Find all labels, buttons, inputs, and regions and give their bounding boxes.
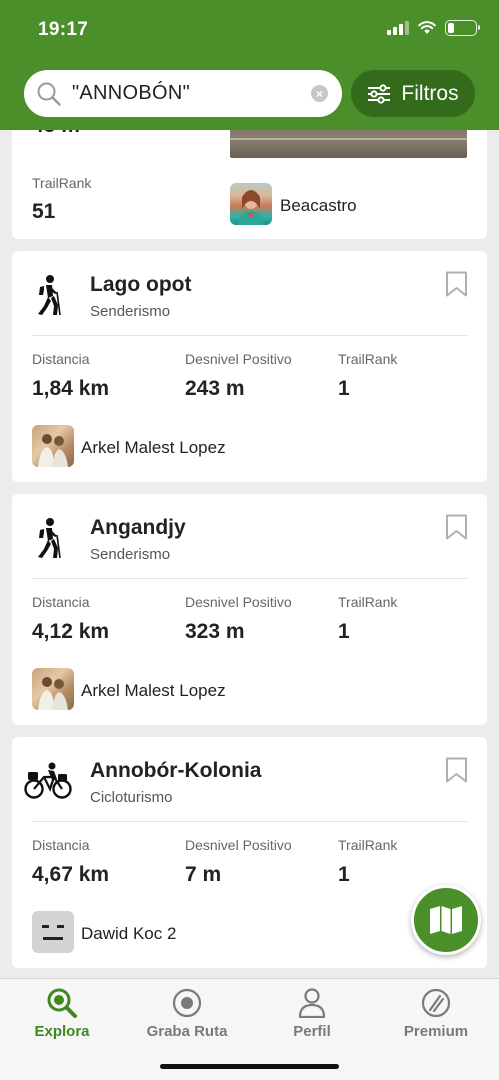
- app-header: 19:17 "ANNOBÓN" × Filtros: [0, 0, 499, 130]
- route-photo[interactable]: [230, 130, 467, 158]
- distance-value: 1,84 km: [32, 377, 110, 400]
- user-name[interactable]: Dawid Koc 2: [81, 924, 176, 944]
- elevation-value: 7 m: [185, 863, 222, 886]
- tab-explora[interactable]: Explora: [0, 987, 124, 1049]
- bookmark-icon[interactable]: [445, 514, 468, 540]
- filters-button[interactable]: Filtros: [351, 70, 475, 117]
- route-list[interactable]: 43 m TrailRank 51 Beacastro Lago opot Se…: [0, 130, 499, 978]
- search-icon: [47, 988, 77, 1018]
- profile-icon: [298, 988, 326, 1018]
- trailrank-value: 1: [338, 377, 350, 400]
- search-query[interactable]: "ANNOBÓN": [72, 82, 311, 105]
- distance-value: 4,67 km: [32, 863, 110, 886]
- hiking-icon: [32, 273, 66, 317]
- trailrank-label: TrailRank: [338, 594, 398, 610]
- avatar[interactable]: [32, 911, 74, 953]
- record-icon: [172, 988, 202, 1018]
- user-name[interactable]: Arkel Malest Lopez: [81, 681, 226, 701]
- route-title[interactable]: Angandjy: [90, 516, 186, 540]
- sliders-icon: [368, 83, 391, 104]
- tab-label: Graba Ruta: [146, 1023, 228, 1040]
- tab-label: Perfil: [293, 1023, 331, 1040]
- elevation-value: 323 m: [185, 620, 245, 643]
- elevation-value: 43 m: [32, 130, 80, 138]
- tab-label: Explora: [34, 1023, 90, 1040]
- elevation-label: Desnivel Positivo: [185, 594, 292, 610]
- route-type: Senderismo: [90, 303, 171, 320]
- elevation-value: 243 m: [185, 377, 245, 400]
- distance-label: Distancia: [32, 351, 90, 367]
- route-type: Cicloturismo: [90, 789, 173, 806]
- filters-label: Filtros: [401, 81, 459, 105]
- avatar[interactable]: [32, 425, 74, 467]
- home-indicator: [160, 1064, 339, 1069]
- avatar[interactable]: [230, 183, 272, 225]
- trailrank-value: 51: [32, 200, 56, 223]
- status-icons: [387, 20, 480, 36]
- divider: [32, 821, 467, 822]
- route-title[interactable]: Annobór-Kolonia: [90, 759, 261, 783]
- wifi-icon: [418, 21, 436, 34]
- status-time: 19:17: [38, 19, 89, 40]
- tab-perfil[interactable]: Perfil: [250, 987, 374, 1049]
- search-input[interactable]: "ANNOBÓN" ×: [24, 70, 342, 117]
- trailrank-label: TrailRank: [32, 175, 92, 191]
- avatar[interactable]: [32, 668, 74, 710]
- cycling-icon: [24, 759, 72, 803]
- user-name[interactable]: Beacastro: [280, 196, 357, 216]
- trailrank-label: TrailRank: [338, 351, 398, 367]
- elevation-label: Desnivel Positivo: [185, 837, 292, 853]
- route-type: Senderismo: [90, 546, 171, 563]
- map-button[interactable]: [411, 885, 481, 955]
- route-card[interactable]: Angandjy Senderismo Distancia Desnivel P…: [12, 494, 487, 725]
- clear-search-icon[interactable]: ×: [311, 85, 328, 102]
- tab-label: Premium: [403, 1023, 469, 1040]
- distance-value: 4,12 km: [32, 620, 110, 643]
- premium-icon: [421, 988, 451, 1018]
- trailrank-value: 1: [338, 620, 350, 643]
- signal-icon: [387, 21, 409, 35]
- map-icon: [430, 906, 462, 934]
- route-card[interactable]: 43 m TrailRank 51 Beacastro: [12, 130, 487, 239]
- divider: [32, 578, 467, 579]
- distance-label: Distancia: [32, 594, 90, 610]
- bookmark-icon[interactable]: [445, 757, 468, 783]
- divider: [32, 335, 467, 336]
- user-name[interactable]: Arkel Malest Lopez: [81, 438, 226, 458]
- distance-label: Distancia: [32, 837, 90, 853]
- route-title[interactable]: Lago opot: [90, 273, 191, 297]
- route-card[interactable]: Lago opot Senderismo Distancia Desnivel …: [12, 251, 487, 482]
- trailrank-value: 1: [338, 863, 350, 886]
- bookmark-icon[interactable]: [445, 271, 468, 297]
- trailrank-label: TrailRank: [338, 837, 398, 853]
- hiking-icon: [32, 516, 66, 560]
- search-icon: [37, 82, 61, 106]
- battery-icon: [445, 20, 480, 36]
- elevation-label: Desnivel Positivo: [185, 351, 292, 367]
- tab-premium[interactable]: Premium: [374, 987, 498, 1049]
- tab-graba-ruta[interactable]: Graba Ruta: [125, 987, 249, 1049]
